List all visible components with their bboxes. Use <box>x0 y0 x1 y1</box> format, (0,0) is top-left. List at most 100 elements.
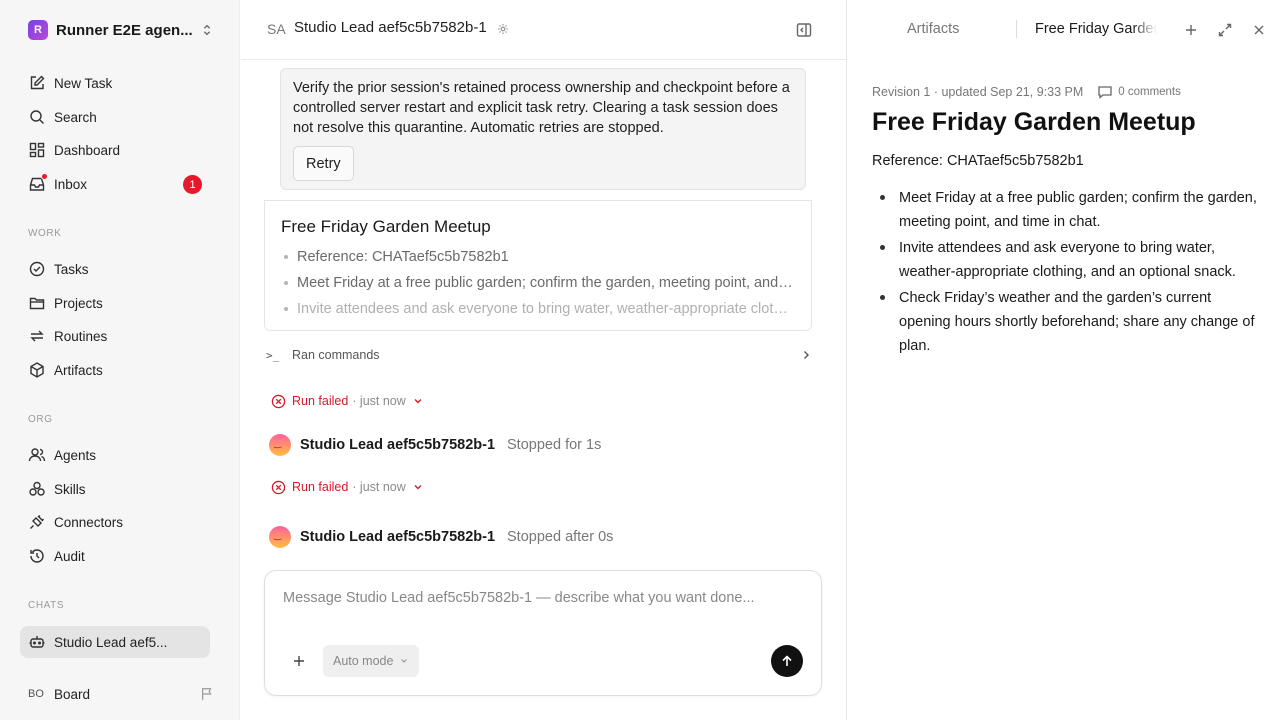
dashboard-icon <box>29 142 45 158</box>
panel-toggle-icon[interactable] <box>795 21 813 39</box>
folder-icon <box>29 297 45 310</box>
run-status-label: Run failed <box>292 394 349 408</box>
sidebar-item-label: New Task <box>54 75 113 91</box>
tab-active-artifact[interactable]: Free Friday Garden Meetup <box>1035 21 1157 37</box>
chevron-down-icon <box>414 485 422 490</box>
agent-status: Stopped after 0s <box>507 529 614 545</box>
quarantine-callout: Verify the prior session's retained proc… <box>280 68 806 190</box>
agent-status-row: Studio Lead aef5c5b7582b-1 Stopped for 1… <box>269 433 601 457</box>
chat-header: SA Studio Lead aef5c5b7582b-1 <box>241 0 846 60</box>
sidebar-item-label: Audit <box>54 548 85 564</box>
message-composer: Auto mode <box>264 570 822 696</box>
workspace-switcher[interactable]: R Runner E2E agen... <box>28 19 214 41</box>
terminal-icon: >_ <box>266 348 280 362</box>
sidebar-item-label: Dashboard <box>54 142 121 158</box>
sidebar-item-connectors[interactable]: Connectors <box>20 506 210 538</box>
avatar <box>269 526 291 548</box>
board-label: Board <box>54 686 91 702</box>
board-switcher[interactable]: BO Board <box>28 683 214 705</box>
sidebar-item-search[interactable]: Search <box>20 101 210 133</box>
section-heading-org: ORG <box>28 414 53 425</box>
sidebar-item-label: Inbox <box>54 176 88 192</box>
sidebar-item-routines[interactable]: Routines <box>20 320 210 352</box>
document-list: Meet Friday at a free public garden; con… <box>872 186 1257 360</box>
agent-status-row: Studio Lead aef5c5b7582b-1 Stopped after… <box>269 525 613 549</box>
arrow-up-icon <box>782 655 792 666</box>
sidebar-item-new-task[interactable]: New Task <box>20 67 210 99</box>
sidebar-item-chat-studio-lead[interactable]: Studio Lead aef5... <box>20 626 210 658</box>
board-initials: BO <box>28 688 44 700</box>
document-reference: Reference: CHATaef5c5b7582b1 <box>872 153 1084 169</box>
workspace-logo: R <box>28 20 48 40</box>
list-item: Meet Friday at a free public garden; con… <box>281 272 793 298</box>
inbox-count-badge: 1 <box>183 175 202 194</box>
retry-button[interactable]: Retry <box>293 146 354 181</box>
tab-divider <box>1016 20 1017 38</box>
edit-icon <box>30 75 45 90</box>
sidebar-item-inbox[interactable]: Inbox 1 <box>20 168 210 200</box>
ran-commands-row[interactable]: >_ Ran commands <box>266 345 812 365</box>
run-failed-status[interactable]: Run failed · just now <box>271 478 424 496</box>
error-circle-icon <box>271 394 286 408</box>
sidebar-item-projects[interactable]: Projects <box>20 287 210 319</box>
run-status-label: Run failed <box>292 480 349 494</box>
sidebar-item-label: Search <box>54 109 97 125</box>
document-title: Free Friday Garden Meetup <box>872 108 1196 136</box>
artifact-preview-card[interactable]: Free Friday Garden Meetup Reference: CHA… <box>264 200 812 331</box>
list-item: Invite attendees and ask everyone to bri… <box>281 298 793 324</box>
sidebar-item-agents[interactable]: Agents <box>20 439 210 471</box>
check-circle-icon <box>29 261 45 277</box>
gear-icon[interactable] <box>497 23 509 35</box>
sidebar-item-dashboard[interactable]: Dashboard <box>20 134 210 166</box>
close-icon[interactable] <box>1251 22 1267 38</box>
avatar <box>269 434 291 456</box>
chevron-down-icon <box>401 659 408 663</box>
revision-meta: Revision 1 · updated Sep 21, 9:33 PM 0 c… <box>872 84 1181 100</box>
run-status-time: · just now <box>352 394 406 408</box>
expand-icon[interactable] <box>1217 22 1233 38</box>
artifact-card-list: Reference: CHATaef5c5b7582b1 Meet Friday… <box>281 246 793 324</box>
plus-icon[interactable] <box>1183 22 1199 38</box>
sidebar-item-artifacts[interactable]: Artifacts <box>20 354 210 386</box>
ran-commands-label: Ran commands <box>292 348 380 362</box>
tab-artifacts[interactable]: Artifacts <box>907 21 959 37</box>
sidebar-item-label: Artifacts <box>54 362 103 378</box>
section-heading-work: WORK <box>28 228 62 239</box>
history-icon <box>30 549 44 563</box>
sidebar-item-audit[interactable]: Audit <box>20 540 210 572</box>
sidebar-item-label: Agents <box>54 447 97 463</box>
artifact-card-title: Free Friday Garden Meetup <box>281 217 491 236</box>
flag-icon[interactable] <box>200 687 214 701</box>
callout-message: Verify the prior session's retained proc… <box>293 80 790 136</box>
bot-icon <box>29 636 45 648</box>
skills-icon <box>29 481 45 496</box>
section-heading-chats: CHATS <box>28 600 65 611</box>
list-item: Invite attendees and ask everyone to bri… <box>872 236 1257 284</box>
list-item: Meet Friday at a free public garden; con… <box>872 186 1257 234</box>
run-status-time: · just now <box>352 480 406 494</box>
inbox-icon <box>28 173 48 193</box>
agent-status: Stopped for 1s <box>507 437 602 453</box>
agent-name: Studio Lead aef5c5b7582b-1 <box>300 437 496 453</box>
error-circle-icon <box>271 480 286 494</box>
plug-icon <box>30 515 44 529</box>
list-item: Check Friday’s weather and the garden’s … <box>872 286 1257 358</box>
unread-dot <box>41 173 48 180</box>
workspace-name: Runner E2E agen... <box>56 21 193 39</box>
comments-count[interactable]: 0 comments <box>1118 86 1181 98</box>
send-button[interactable] <box>771 645 803 677</box>
plus-icon[interactable] <box>291 653 307 669</box>
chevron-down-icon <box>414 399 422 404</box>
sidebar-item-label: Skills <box>54 481 86 497</box>
sidebar-item-label: Connectors <box>54 514 124 530</box>
mode-select-label: Auto mode <box>333 654 394 668</box>
list-item: Reference: CHATaef5c5b7582b1 <box>281 246 793 272</box>
message-input[interactable] <box>283 590 803 606</box>
cube-icon <box>30 362 44 378</box>
sidebar-item-skills[interactable]: Skills <box>20 473 210 505</box>
sidebar-item-tasks[interactable]: Tasks <box>20 253 210 285</box>
sidebar: R Runner E2E agen... New Task Search Das… <box>0 0 240 720</box>
run-failed-status[interactable]: Run failed · just now <box>271 392 424 410</box>
mode-select[interactable]: Auto mode <box>323 645 420 677</box>
comment-icon[interactable] <box>1097 84 1113 100</box>
